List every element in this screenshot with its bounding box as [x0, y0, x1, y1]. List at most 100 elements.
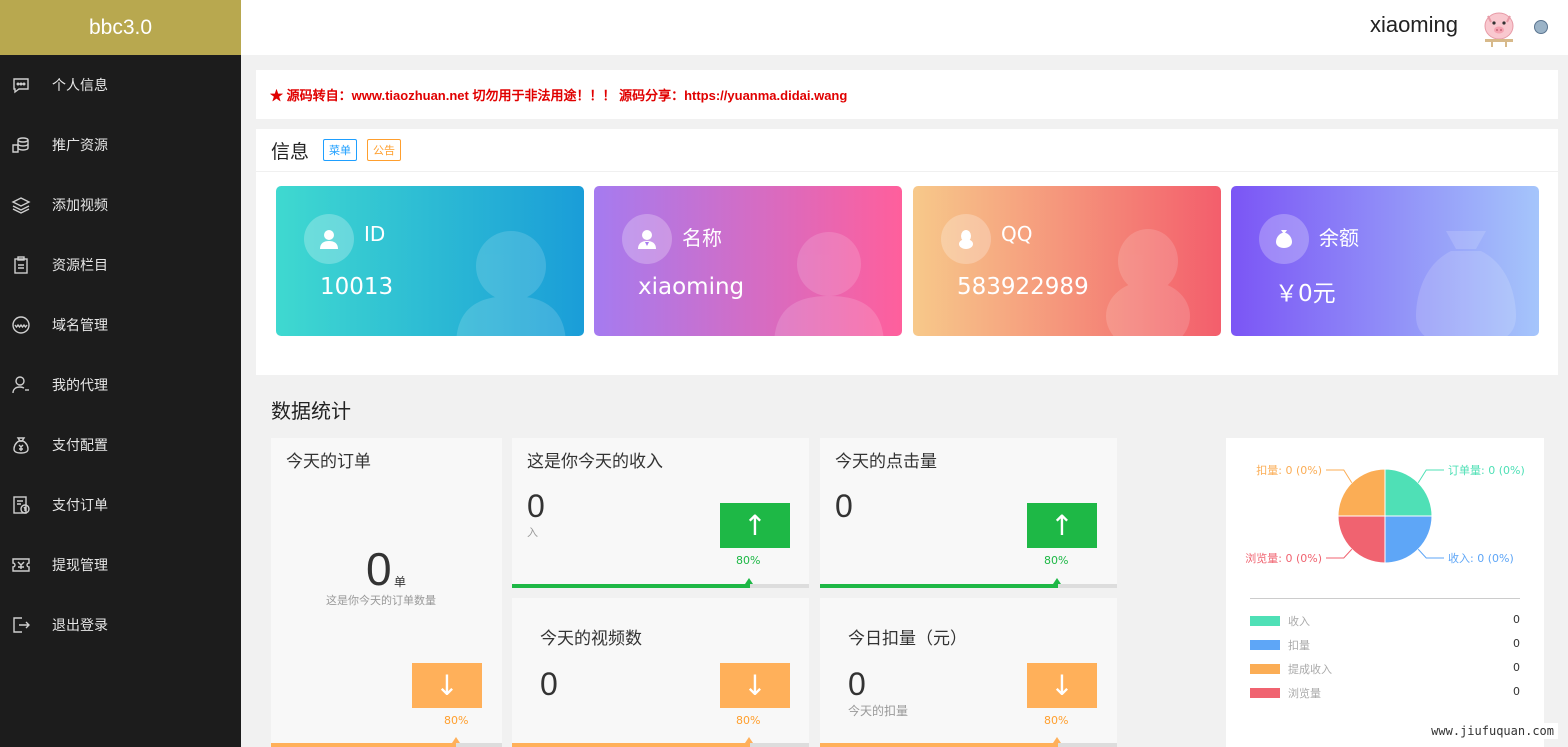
card-label: QQ: [1001, 222, 1033, 246]
user-icon: [304, 214, 354, 264]
deduct-sub: 今天的扣量: [848, 704, 909, 718]
legend-swatch: [1250, 688, 1280, 698]
card-label: ID: [364, 222, 386, 246]
videos-panel: 今天的视频数 0 ↓ 80%: [512, 598, 809, 747]
card-value: 10013: [320, 274, 394, 300]
legend-swatch: [1250, 640, 1280, 650]
ticket-icon: [10, 554, 32, 576]
deduct-trend-button[interactable]: ↓: [1027, 663, 1097, 708]
videos-progress: [512, 737, 809, 747]
name-card: 名称 xiaoming: [594, 186, 902, 336]
www-icon: [10, 314, 32, 336]
income-trend-button[interactable]: ↑: [720, 503, 790, 548]
deduct-percent: 80%: [1044, 714, 1069, 727]
panel-title: 今天的订单: [286, 452, 371, 472]
arrow-down-icon: ↓: [743, 669, 767, 702]
top-header: xiaoming: [241, 0, 1568, 55]
arrow-up-icon: ↑: [1050, 509, 1074, 542]
person-bg-icon: [774, 226, 884, 336]
id-card: ID 10013: [276, 186, 584, 336]
sidebar-item-promo-resources[interactable]: 推广资源: [0, 115, 241, 175]
user-bg-icon: [456, 226, 566, 336]
income-percent: 80%: [736, 554, 761, 567]
legend-value: 0: [1513, 637, 1520, 650]
header-username[interactable]: xiaoming: [1370, 12, 1458, 38]
info-panel: 信息 菜单 公告 ID 10013 名称 xiaoming QQ 5839229…: [256, 129, 1558, 375]
arrow-up-icon: ↑: [743, 509, 767, 542]
videos-trend-button[interactable]: ↓: [720, 663, 790, 708]
income-progress: [512, 578, 809, 588]
brand-logo[interactable]: bbc3.0: [0, 0, 241, 55]
menu-tag[interactable]: 菜单: [323, 139, 358, 161]
legend-row: 扣量 0: [1250, 636, 1520, 654]
sidebar-item-logout[interactable]: 退出登录: [0, 595, 241, 655]
sidebar-item-domain-management[interactable]: 域名管理: [0, 295, 241, 355]
pig-avatar-icon: [1484, 12, 1514, 47]
pie-slice-label: 订单量: 0 (0%): [1448, 464, 1525, 477]
legend-label: 提成收入: [1288, 663, 1332, 676]
legend-row: 收入 0: [1250, 612, 1520, 630]
orders-progress: [271, 737, 502, 747]
sidebar-item-label: 资源栏目: [52, 258, 108, 274]
stats-title: 数据统计: [271, 399, 351, 423]
orders-percent: 80%: [444, 714, 469, 727]
layers-icon: [10, 194, 32, 216]
pie-label-line: [1326, 548, 1353, 559]
qq-card: QQ 583922989: [913, 186, 1221, 336]
sidebar-item-label: 域名管理: [52, 318, 108, 334]
orders-unit: 单: [394, 575, 407, 589]
announcement-tag[interactable]: 公告: [367, 139, 402, 161]
notice-bar: ★ 源码转自：www.tiaozhuan.net 切勿用于非法用途！！！ 源码分…: [256, 70, 1558, 119]
deduct-value: 0: [848, 666, 866, 702]
sidebar-item-add-video[interactable]: 添加视频: [0, 175, 241, 235]
orders-sub: 这是你今天的订单数量: [326, 594, 436, 607]
sidebar-item-withdraw-management[interactable]: 提现管理: [0, 535, 241, 595]
person-icon: [622, 214, 672, 264]
invoice-icon: [10, 494, 32, 516]
legend-row: 提成收入 0: [1250, 660, 1520, 678]
user-icon: [10, 374, 32, 396]
clicks-value: 0: [835, 488, 853, 524]
legend-row: 浏览量 0: [1250, 684, 1520, 702]
arrow-down-icon: ↓: [435, 669, 459, 702]
pie-chart-panel: 订单量: 0 (0%) 收入: 0 (0%) 浏览量: 0 (0%) 扣量: 0 (0…: [1226, 438, 1544, 747]
legend-label: 收入: [1288, 615, 1310, 628]
sidebar-item-profile[interactable]: 个人信息: [0, 55, 241, 115]
orders-panel: 今天的订单 0 单 这是你今天的订单数量 ↓ 80%: [271, 438, 502, 747]
pie-chart: 订单量: 0 (0%) 收入: 0 (0%) 浏览量: 0 (0%) 扣量: 0 (0…: [1245, 463, 1525, 565]
orders-trend-button[interactable]: ↓: [412, 663, 482, 708]
pie-slice[interactable]: [1384, 468, 1433, 517]
orders-value: 0: [366, 543, 392, 595]
sidebar-item-resource-columns[interactable]: 资源栏目: [0, 235, 241, 295]
pie-label-line: [1417, 469, 1444, 484]
status-globe-icon[interactable]: [1534, 20, 1548, 34]
sidebar-item-label: 添加视频: [52, 198, 108, 214]
clicks-percent: 80%: [1044, 554, 1069, 567]
pie-slice[interactable]: [1337, 468, 1386, 517]
balance-card: 余额 ￥0元: [1231, 186, 1539, 336]
card-value: 583922989: [957, 274, 1089, 300]
money-bag-icon: [10, 434, 32, 456]
clicks-panel: 今天的点击量 0 ↑ 80%: [820, 438, 1117, 588]
card-label: 余额: [1319, 226, 1359, 250]
deduct-panel: 今日扣量（元） 0 今天的扣量 ↓ 80%: [820, 598, 1117, 747]
sidebar-item-label: 提现管理: [52, 558, 108, 574]
legend-label: 浏览量: [1288, 687, 1321, 700]
panel-title: 今日扣量（元）: [848, 629, 967, 649]
income-sub: 入: [527, 526, 538, 539]
card-label: 名称: [682, 226, 722, 250]
sidebar-item-label: 推广资源: [52, 138, 108, 154]
sidebar-item-label: 个人信息: [52, 78, 108, 94]
legend-swatch: [1250, 664, 1280, 674]
sidebar-item-my-agents[interactable]: 我的代理: [0, 355, 241, 415]
sidebar-item-label: 支付订单: [52, 498, 108, 514]
avatar[interactable]: [1480, 8, 1518, 48]
card-value: xiaoming: [638, 274, 745, 300]
legend-divider: [1250, 598, 1520, 599]
sidebar-item-label: 我的代理: [52, 378, 108, 394]
sidebar-item-payment-config[interactable]: 支付配置: [0, 415, 241, 475]
logout-icon: [10, 614, 32, 636]
notice-text: ★ 源码转自：www.tiaozhuan.net 切勿用于非法用途！！！ 源码分…: [270, 88, 848, 103]
clicks-trend-button[interactable]: ↑: [1027, 503, 1097, 548]
sidebar-item-payment-orders[interactable]: 支付订单: [0, 475, 241, 535]
